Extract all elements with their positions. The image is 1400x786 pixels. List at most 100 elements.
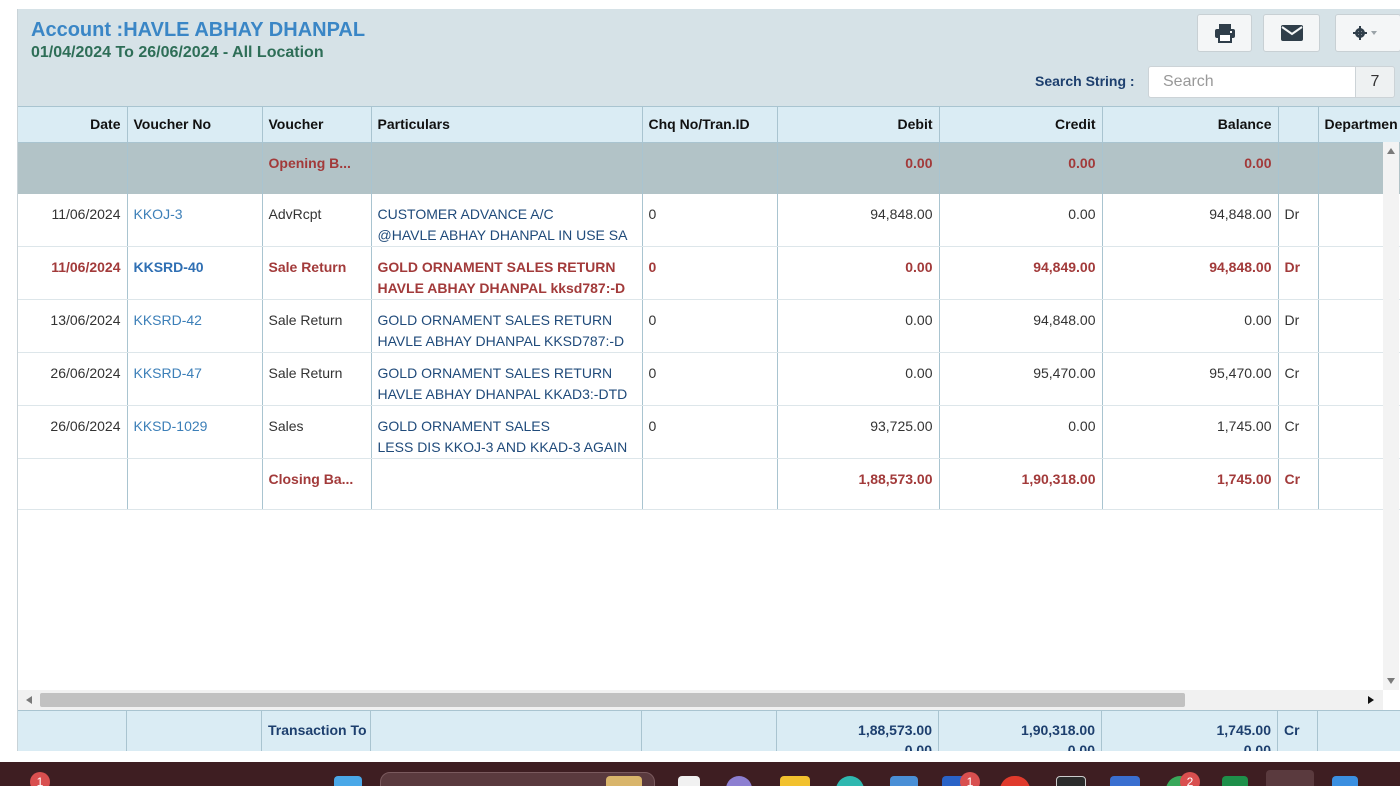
closing-drcr: Cr (1278, 458, 1319, 510)
row-debit: 94,848.00 (777, 193, 940, 247)
active-app-icon[interactable] (1266, 770, 1314, 786)
particulars-line-1: CUSTOMER ADVANCE A/C (377, 205, 554, 222)
row-particulars: GOLD ORNAMENT SALES RETURN HAVLE ABHAY DH… (371, 352, 643, 406)
closing-label: Closing Ba... (262, 458, 372, 510)
file-icon[interactable] (678, 776, 700, 786)
total-debit: 1,88,573.00 0.00 (777, 711, 939, 751)
row-chq-no: 0 (642, 405, 778, 459)
ledger-window: Account :HAVLE ABHAY DHANPAL 01/04/2024 … (0, 0, 1400, 786)
scroll-up-arrow-icon[interactable] (1387, 148, 1395, 154)
closing-balance-row[interactable]: Closing Ba... 1,88,573.00 1,90,318.00 1,… (18, 458, 1400, 510)
scroll-down-arrow-icon[interactable] (1387, 678, 1395, 684)
total-balance-value: 1,745.00 (1216, 722, 1272, 738)
start-icon[interactable] (334, 776, 362, 786)
column-header-balance[interactable]: Balance (1102, 106, 1279, 143)
horizontal-scrollbar[interactable] (18, 690, 1383, 710)
closing-credit: 1,90,318.00 (939, 458, 1103, 510)
particulars-line-1: GOLD ORNAMENT SALES RETURN (377, 364, 613, 381)
app-icon[interactable] (1332, 776, 1358, 786)
row-drcr: Dr (1278, 193, 1319, 247)
opening-debit: 0.00 (777, 142, 940, 194)
opening-credit: 0.00 (939, 142, 1103, 194)
browser-icon[interactable] (836, 776, 864, 786)
table-empty-space (18, 509, 1400, 699)
particulars-line-1: GOLD ORNAMENT SALES (377, 417, 550, 434)
particulars-line-2: HAVLE ABHAY DHANPAL KKSD787:-D (377, 332, 625, 349)
row-debit: 0.00 (777, 299, 940, 353)
notification-badge: 2 (1180, 772, 1200, 786)
table-row[interactable]: 11/06/2024 KKSRD-40 Sale Return GOLD ORN… (18, 246, 1400, 300)
row-credit: 95,470.00 (939, 352, 1103, 406)
app-icon[interactable] (1110, 776, 1140, 786)
closing-debit: 1,88,573.00 (777, 458, 940, 510)
particulars-line-2: LESS DIS KKOJ-3 AND KKAD-3 AGAIN (377, 438, 628, 455)
row-chq-no: 0 (642, 193, 778, 247)
scroll-left-arrow-icon[interactable] (26, 696, 32, 704)
footer-cell (642, 711, 777, 751)
settings-dropdown-button[interactable] (1335, 14, 1400, 52)
voucher-no-link[interactable]: KKSRD-47 (127, 352, 263, 406)
envelope-icon (1280, 25, 1303, 41)
row-credit: 0.00 (939, 193, 1103, 247)
total-credit: 1,90,318.00 0.00 (939, 711, 1102, 751)
scroll-right-arrow-icon[interactable] (1368, 696, 1374, 704)
printer-icon (1214, 24, 1235, 43)
monitor-icon[interactable] (1056, 776, 1086, 786)
row-particulars: CUSTOMER ADVANCE A/C @HAVLE ABHAY DHANPAL… (371, 193, 643, 247)
column-header-date[interactable]: Date (18, 106, 128, 143)
row-date: 13/06/2024 (18, 299, 128, 353)
total-balance: 1,745.00 0.00 (1102, 711, 1278, 751)
particulars-line-2: @HAVLE ABHAY DHANPAL IN USE SA (377, 226, 628, 243)
app-icon[interactable] (726, 776, 752, 786)
row-date: 26/06/2024 (18, 405, 128, 459)
opening-balance: 0.00 (1102, 142, 1279, 194)
row-chq-no: 0 (642, 299, 778, 353)
row-debit: 0.00 (777, 246, 940, 300)
row-date: 11/06/2024 (18, 246, 128, 300)
voucher-no-link[interactable]: KKSRD-42 (127, 299, 263, 353)
row-chq-no: 0 (642, 352, 778, 406)
row-particulars: GOLD ORNAMENT SALES LESS DIS KKOJ-3 AND K… (371, 405, 643, 459)
row-drcr: Cr (1278, 352, 1319, 406)
row-voucher-type: Sale Return (262, 299, 372, 353)
total-debit-secondary: 0.00 (904, 742, 932, 751)
voucher-no-link[interactable]: KKSRD-40 (127, 246, 263, 300)
windows-taskbar: 1 1 2 (0, 762, 1400, 786)
excel-icon[interactable] (1222, 776, 1248, 786)
total-credit-value: 1,90,318.00 (1021, 722, 1095, 738)
voucher-no-link[interactable]: KKOJ-3 (127, 193, 263, 247)
column-header-debit[interactable]: Debit (777, 106, 940, 143)
column-header-voucher[interactable]: Voucher (262, 106, 372, 143)
result-count-badge: 7 (1355, 66, 1395, 98)
row-balance: 0.00 (1102, 299, 1279, 353)
folder-icon[interactable] (780, 776, 810, 786)
closing-balance: 1,745.00 (1102, 458, 1279, 510)
column-header-credit[interactable]: Credit (939, 106, 1103, 143)
ledger-panel: Account :HAVLE ABHAY DHANPAL 01/04/2024 … (17, 9, 1400, 751)
table-row[interactable]: 26/06/2024 KKSD-1029 Sales GOLD ORNAMENT… (18, 405, 1400, 459)
column-header-chq-no[interactable]: Chq No/Tran.ID (642, 106, 778, 143)
opening-balance-row[interactable]: Opening B... 0.00 0.00 0.00 (18, 142, 1400, 194)
table-row[interactable]: 11/06/2024 KKOJ-3 AdvRcpt CUSTOMER ADVAN… (18, 193, 1400, 247)
column-header-particulars[interactable]: Particulars (371, 106, 643, 143)
notification-badge: 1 (960, 772, 980, 786)
ledger-table-container: Date Voucher No Voucher Particulars Chq … (18, 106, 1400, 699)
chrome-icon[interactable] (1000, 776, 1030, 786)
voucher-no-link[interactable]: KKSD-1029 (127, 405, 263, 459)
table-row[interactable]: 26/06/2024 KKSRD-47 Sale Return GOLD ORN… (18, 352, 1400, 406)
search-label: Search String : (1035, 73, 1135, 89)
email-button[interactable] (1263, 14, 1320, 52)
ledger-table: Date Voucher No Voucher Particulars Chq … (18, 106, 1400, 699)
row-credit: 94,848.00 (939, 299, 1103, 353)
search-input[interactable] (1148, 66, 1356, 98)
table-row[interactable]: 13/06/2024 KKSRD-42 Sale Return GOLD ORN… (18, 299, 1400, 353)
print-button[interactable] (1197, 14, 1252, 52)
column-header-department[interactable]: Departmen (1318, 106, 1400, 143)
vertical-scrollbar[interactable] (1383, 142, 1399, 690)
store-icon[interactable] (890, 776, 918, 786)
horizontal-scroll-thumb[interactable] (40, 693, 1185, 707)
transaction-totals-footer: Transaction To 1,88,573.00 0.00 1,90,318.… (18, 710, 1400, 751)
column-header-voucher-no[interactable]: Voucher No (127, 106, 263, 143)
widget-icon[interactable] (606, 776, 642, 786)
row-particulars: GOLD ORNAMENT SALES RETURN HAVLE ABHAY DH… (371, 246, 643, 300)
